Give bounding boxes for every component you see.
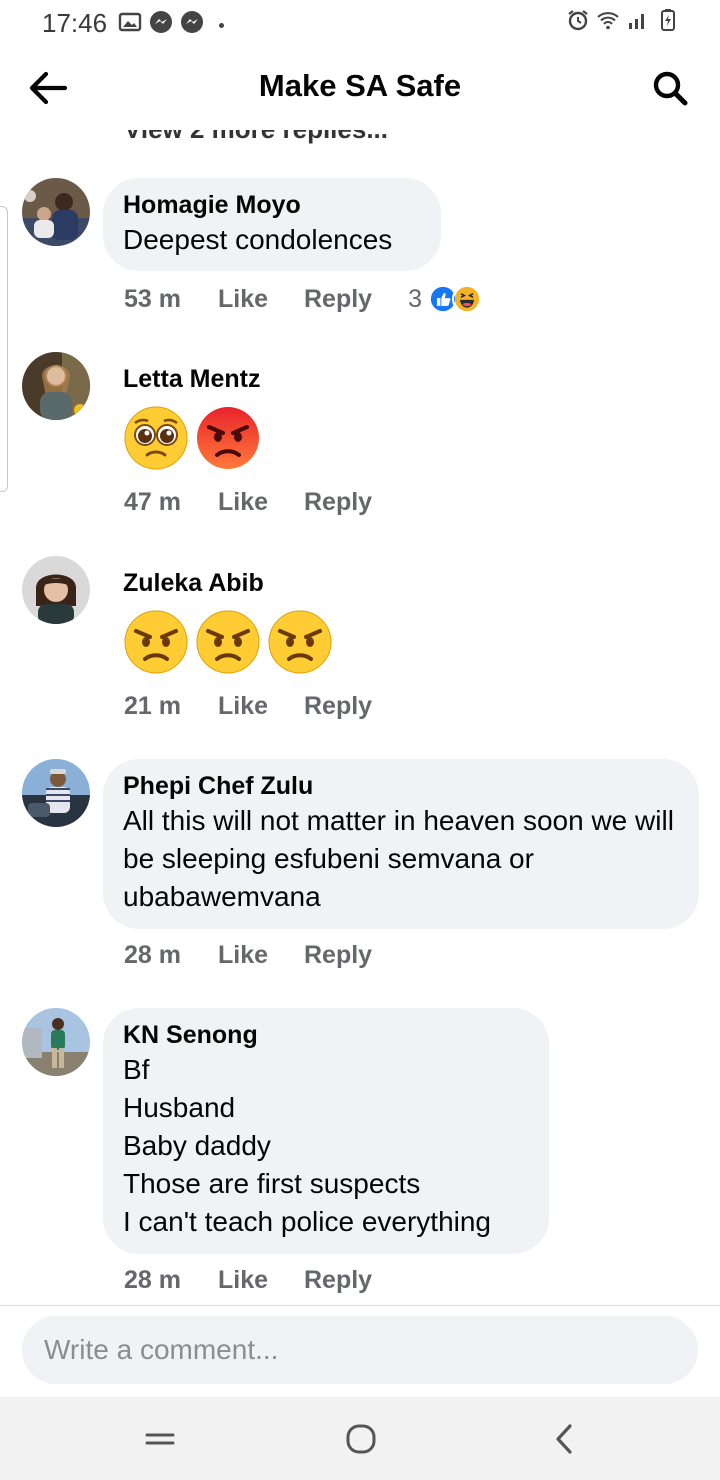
reaction-count: 3 bbox=[408, 284, 422, 313]
comment-time: 21 m bbox=[124, 692, 181, 720]
annoyed-face-emoji bbox=[124, 610, 188, 674]
avatar[interactable] bbox=[22, 178, 90, 246]
comment-time: 47 m bbox=[124, 488, 181, 516]
avatar[interactable] bbox=[22, 352, 90, 420]
comment-input[interactable] bbox=[22, 1316, 698, 1384]
recent-apps-button[interactable] bbox=[140, 1419, 180, 1459]
like-button[interactable]: Like bbox=[218, 692, 304, 721]
reply-button[interactable]: Reply bbox=[304, 488, 372, 517]
like-button[interactable]: Like bbox=[218, 488, 304, 517]
reactions-summary[interactable]: 3 bbox=[408, 284, 482, 314]
battery-icon bbox=[661, 9, 675, 31]
comment-bubble: KN Senong Bf Husband Baby daddy Those ar… bbox=[103, 1008, 549, 1254]
comment-time: 53 m bbox=[124, 284, 181, 313]
app-header: Make SA Safe bbox=[0, 46, 720, 130]
composer-divider bbox=[0, 1305, 720, 1306]
comment-author[interactable]: Letta Mentz bbox=[123, 363, 261, 395]
signal-icon bbox=[629, 14, 644, 29]
home-icon bbox=[346, 1424, 376, 1454]
pleading-face-emoji bbox=[124, 406, 188, 470]
like-button[interactable]: Like bbox=[218, 285, 304, 314]
comment-author[interactable]: KN Senong bbox=[123, 1019, 529, 1051]
comment-text: Bf Husband Baby daddy Those are first su… bbox=[123, 1054, 492, 1237]
reply-button[interactable]: Reply bbox=[304, 941, 372, 970]
reply-button[interactable]: Reply bbox=[304, 1266, 372, 1295]
comment-composer bbox=[22, 1316, 698, 1384]
avatar[interactable] bbox=[22, 759, 90, 827]
comment-author[interactable]: Homagie Moyo bbox=[123, 189, 421, 221]
recent-apps-icon bbox=[145, 1433, 175, 1445]
alarm-icon bbox=[568, 10, 588, 31]
wifi-icon bbox=[597, 12, 619, 30]
reply-button[interactable]: Reply bbox=[304, 692, 372, 721]
comment-actions: 53 m Like Reply 3 bbox=[124, 284, 482, 314]
status-bar: 17:46 bbox=[0, 0, 720, 46]
comment-actions: 28 m Like Reply bbox=[124, 1266, 372, 1295]
comment-time: 28 m bbox=[124, 1266, 181, 1294]
page-title: Make SA Safe bbox=[258, 68, 462, 103]
haha-icon bbox=[452, 284, 482, 314]
angry-face-emoji bbox=[197, 407, 259, 469]
status-time: 17:46 bbox=[42, 8, 108, 38]
messenger-icon-2 bbox=[181, 11, 203, 33]
comment-bubble: Homagie Moyo Deepest condolences bbox=[103, 178, 441, 271]
more-notifications-dot bbox=[219, 22, 224, 28]
comment-bubble: Phepi Chef Zulu All this will not matter… bbox=[103, 759, 699, 929]
system-icons bbox=[566, 8, 680, 32]
comment-text: Deepest condolences bbox=[123, 224, 393, 255]
comment-author[interactable]: Zuleka Abib bbox=[123, 567, 333, 599]
reply-button[interactable]: Reply bbox=[304, 285, 372, 314]
gallery-icon bbox=[118, 12, 142, 32]
system-nav-bar bbox=[0, 1397, 720, 1480]
like-button[interactable]: Like bbox=[218, 1266, 304, 1295]
messenger-icon bbox=[150, 11, 172, 33]
back-nav-button[interactable] bbox=[544, 1419, 584, 1459]
like-button[interactable]: Like bbox=[218, 941, 304, 970]
search-icon bbox=[653, 71, 688, 106]
comment-author[interactable]: Phepi Chef Zulu bbox=[123, 770, 679, 802]
comment-time: 28 m bbox=[124, 941, 181, 969]
avatar[interactable] bbox=[22, 556, 90, 624]
search-button[interactable] bbox=[648, 66, 692, 110]
comment-body: Letta Mentz bbox=[123, 363, 261, 471]
emoji-row bbox=[123, 609, 333, 675]
comment-text: All this will not matter in heaven soon … bbox=[123, 805, 674, 912]
comment-actions: 21 m Like Reply bbox=[124, 692, 372, 721]
chevron-left-icon bbox=[556, 1424, 572, 1454]
emoji-row bbox=[123, 405, 261, 471]
annoyed-face-emoji bbox=[196, 610, 260, 674]
comment-actions: 28 m Like Reply bbox=[124, 941, 372, 970]
scroll-edge-indicator bbox=[0, 206, 8, 492]
notification-icons bbox=[118, 10, 224, 34]
comment-actions: 47 m Like Reply bbox=[124, 488, 372, 517]
home-button[interactable] bbox=[341, 1419, 381, 1459]
comment-body: Zuleka Abib bbox=[123, 567, 333, 675]
avatar[interactable] bbox=[22, 1008, 90, 1076]
annoyed-face-emoji bbox=[268, 610, 332, 674]
